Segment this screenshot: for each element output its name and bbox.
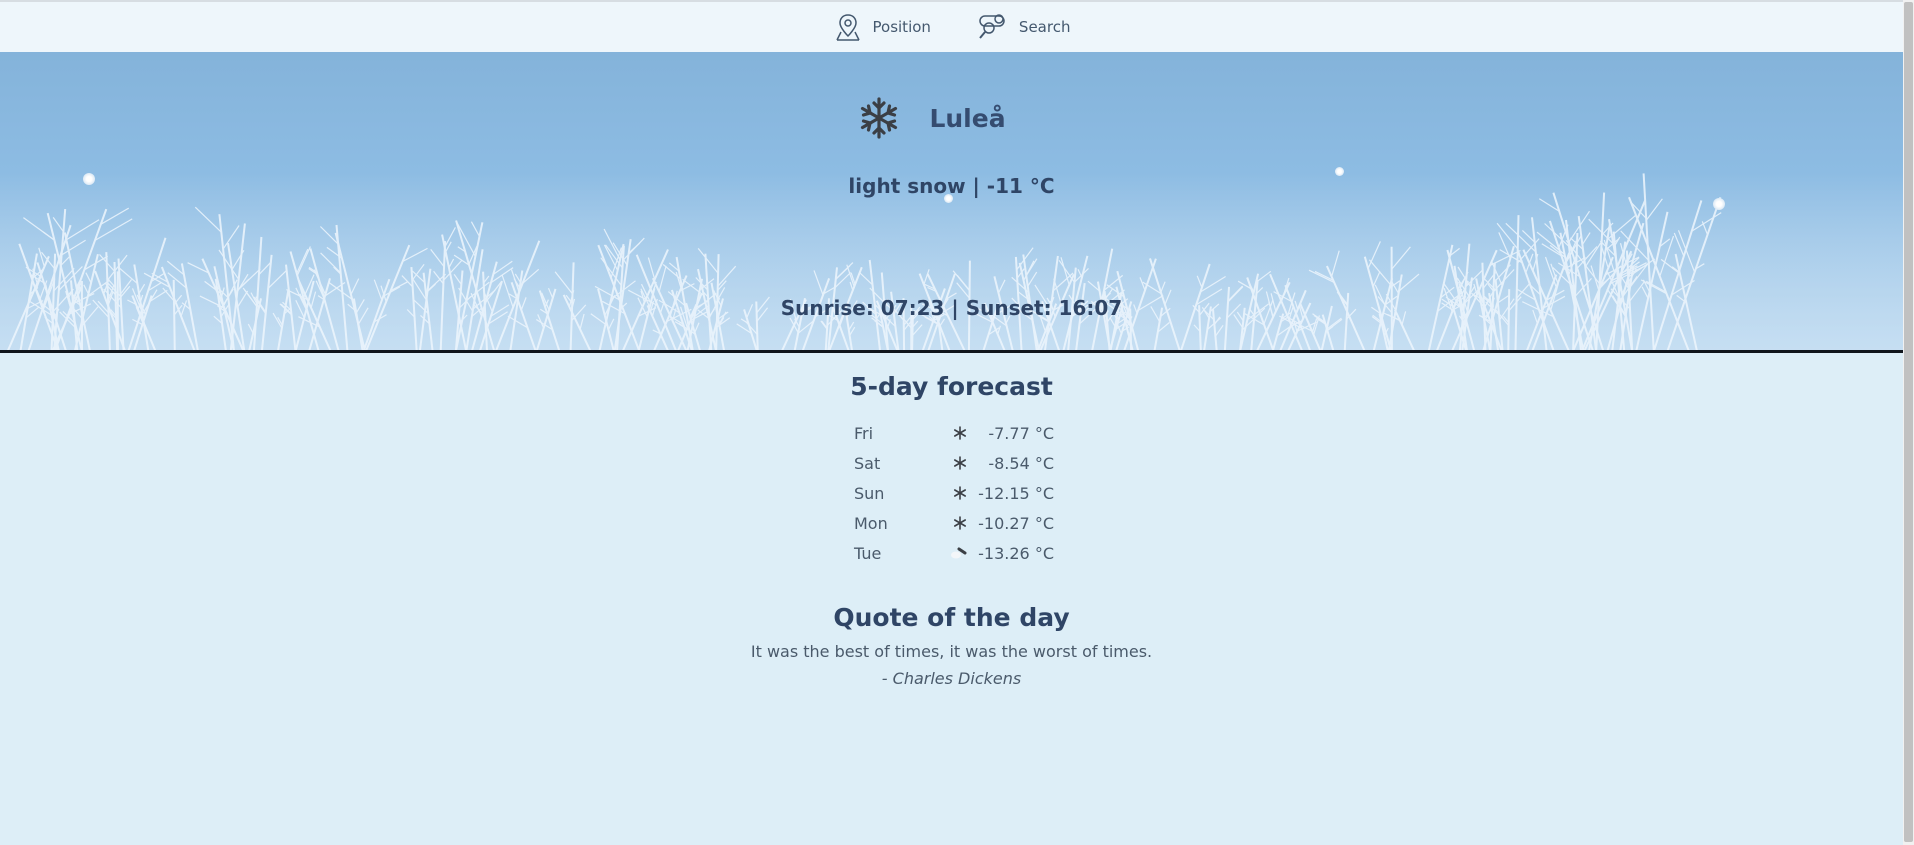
- forecast-row: Tue -13.26 °C: [854, 538, 1054, 568]
- forecast-day: Sun: [854, 483, 885, 503]
- current-weather-hero: Luleå light snow | -11 °C Sunrise: 07:23…: [0, 52, 1903, 353]
- forecast-day: Fri: [854, 423, 874, 443]
- forecast-section: 5-day forecast Fri -7.77 °C Sat -8.54 °C…: [0, 372, 1903, 563]
- forecast-day: Mon: [854, 513, 888, 533]
- quote-text: It was the best of times, it was the wor…: [750, 642, 1153, 661]
- snowflake-icon: [949, 426, 971, 440]
- snowflake-icon: [861, 97, 898, 139]
- forecast-title: 5-day forecast: [850, 372, 1053, 401]
- forecast-day: Sat: [854, 453, 881, 473]
- forecast-row: Mon -10.27 °C: [854, 508, 1054, 538]
- search-label: Search: [1018, 18, 1071, 36]
- forecast-row: Sat -8.54 °C: [854, 448, 1054, 478]
- city-name: Luleå: [929, 103, 1006, 133]
- position-label: Position: [872, 18, 931, 36]
- snowflake-particle: [1713, 198, 1725, 210]
- forecast-row: Fri -7.77 °C: [854, 418, 1054, 448]
- sunrise-sunset: Sunrise: 07:23 | Sunset: 16:07: [780, 296, 1123, 320]
- snowflake-icon: [949, 456, 971, 470]
- forecast-row: Sun -12.15 °C: [854, 478, 1054, 508]
- map-pin-icon: [835, 14, 860, 41]
- forecast-temp: -13.26 °C: [978, 543, 1054, 563]
- search-button[interactable]: Search: [977, 12, 1071, 42]
- cloud-night-icon: [949, 546, 971, 560]
- quote-author: - Charles Dickens: [881, 669, 1022, 688]
- snowflake-icon: [949, 516, 971, 530]
- forecast-temp: -7.77 °C: [988, 423, 1054, 443]
- quote-title: Quote of the day: [833, 603, 1070, 632]
- snowflake-icon: [949, 486, 971, 500]
- search-map-icon: [979, 14, 1005, 39]
- forecast-temp: -10.27 °C: [978, 513, 1054, 533]
- forecast-table: Fri -7.77 °C Sat -8.54 °C Sun -12.15 °C …: [854, 418, 1054, 568]
- forecast-day: Tue: [854, 543, 882, 563]
- city-header: Luleå: [0, 96, 1903, 140]
- quote-section: Quote of the day It was the best of time…: [0, 603, 1903, 688]
- position-button[interactable]: Position: [833, 12, 931, 42]
- page-scrollbar[interactable]: [1903, 0, 1914, 845]
- top-nav: Position Search: [0, 0, 1903, 52]
- forecast-temp: -8.54 °C: [988, 453, 1054, 473]
- forecast-temp: -12.15 °C: [978, 483, 1054, 503]
- current-condition: light snow | -11 °C: [848, 174, 1055, 198]
- scrollbar-thumb[interactable]: [1904, 2, 1913, 842]
